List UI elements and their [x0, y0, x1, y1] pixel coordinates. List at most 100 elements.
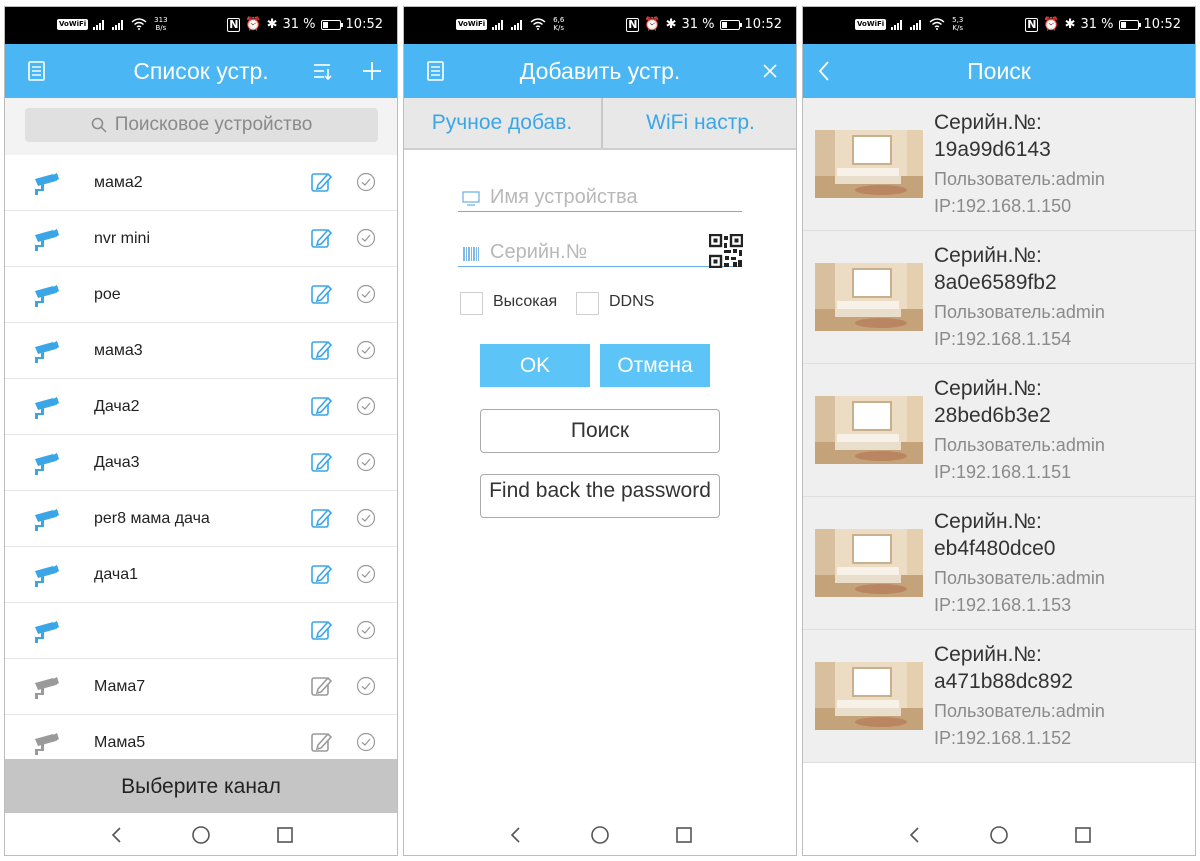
camera-icon	[33, 509, 61, 531]
wifi-icon	[131, 18, 147, 30]
serial-number-field[interactable]: Серийн.№	[458, 235, 742, 267]
page-title: Поиск	[967, 58, 1031, 84]
serial-number: a471b88dc892	[934, 670, 1073, 693]
recents-nav-icon[interactable]	[674, 825, 694, 845]
check-circle-icon[interactable]	[356, 452, 376, 472]
network-speed: 5,3 K/s	[952, 16, 964, 32]
search-input[interactable]: Поисковое устройство	[25, 108, 378, 142]
device-row[interactable]: nvr mini	[5, 211, 397, 267]
user-name: Пользователь:admin	[934, 302, 1105, 322]
edit-icon[interactable]	[310, 619, 332, 641]
edit-icon[interactable]	[310, 675, 332, 697]
device-row[interactable]: Дача2	[5, 379, 397, 435]
barcode-icon	[463, 247, 479, 261]
search-result-item[interactable]: Серийн.№: eb4f480dce0 Пользователь:admin IP…	[803, 497, 1195, 630]
back-nav-icon[interactable]	[506, 825, 526, 845]
recents-nav-icon[interactable]	[275, 825, 295, 845]
camera-icon	[33, 733, 61, 755]
wifi-icon	[929, 18, 945, 30]
ok-button[interactable]: OK	[480, 344, 590, 387]
search-button[interactable]: Поиск	[480, 409, 720, 453]
device-row[interactable]: дача1	[5, 547, 397, 603]
edit-icon[interactable]	[310, 507, 332, 529]
ddns-checkbox[interactable]	[576, 292, 599, 315]
edit-icon[interactable]	[310, 451, 332, 473]
check-circle-icon[interactable]	[356, 228, 376, 248]
camera-icon	[33, 397, 61, 419]
serial-label: Серийн.№:	[934, 377, 1042, 400]
search-result-item[interactable]: Серийн.№: 8a0e6589fb2 Пользователь:admin IP…	[803, 231, 1195, 364]
device-row[interactable]: мама2	[5, 155, 397, 211]
device-name: poe	[94, 286, 121, 303]
search-result-item[interactable]: Серийн.№: a471b88dc892 Пользователь:admin I…	[803, 630, 1195, 763]
device-row[interactable]: Дача3	[5, 435, 397, 491]
system-nav-bar	[803, 813, 1195, 855]
check-circle-icon[interactable]	[356, 284, 376, 304]
edit-icon[interactable]	[310, 563, 332, 585]
check-circle-icon[interactable]	[356, 172, 376, 192]
edit-icon[interactable]	[310, 171, 332, 193]
search-result-item[interactable]: Серийн.№: 19a99d6143 Пользователь:admin IP:…	[803, 98, 1195, 231]
device-thumbnail	[815, 263, 923, 331]
nfc-icon: N	[626, 17, 640, 32]
battery-icon	[719, 19, 742, 30]
clock: 10:52	[1143, 17, 1181, 32]
serial-number: 19a99d6143	[934, 138, 1051, 161]
check-circle-icon[interactable]	[356, 564, 376, 584]
device-row[interactable]: мама3	[5, 323, 397, 379]
page-title: Добавить устр.	[519, 58, 681, 84]
edit-icon[interactable]	[310, 731, 332, 753]
check-circle-icon[interactable]	[356, 676, 376, 696]
tab-wifi-setup[interactable]: WiFi настр.	[601, 98, 796, 148]
bluetooth-icon: ✱	[266, 17, 278, 32]
home-nav-icon[interactable]	[191, 825, 211, 845]
high-checkbox[interactable]	[460, 292, 483, 315]
title-bar: Список устр.	[5, 44, 397, 98]
device-list-screen: VoWiFi 313 B/s N ⏰ ✱ 31 % 10:52 Список ус…	[4, 6, 398, 856]
device-name: Дача2	[94, 398, 140, 415]
page-title: Список устр.	[133, 58, 269, 84]
check-circle-icon[interactable]	[356, 732, 376, 752]
camera-icon	[33, 677, 61, 699]
device-row[interactable]	[5, 603, 397, 659]
edit-icon[interactable]	[310, 339, 332, 361]
select-channel-button[interactable]: Выберите канал	[5, 759, 397, 815]
device-thumbnail	[815, 662, 923, 730]
alarm-icon: ⏰	[1043, 17, 1060, 32]
edit-icon[interactable]	[310, 227, 332, 249]
device-row[interactable]: per8 мама дача	[5, 491, 397, 547]
add-icon[interactable]	[360, 59, 384, 83]
nfc-icon: N	[1025, 17, 1039, 32]
bluetooth-icon: ✱	[1064, 17, 1076, 32]
device-thumbnail	[815, 396, 923, 464]
check-circle-icon[interactable]	[356, 340, 376, 360]
check-circle-icon[interactable]	[356, 396, 376, 416]
recents-nav-icon[interactable]	[1073, 825, 1093, 845]
edit-icon[interactable]	[310, 395, 332, 417]
home-nav-icon[interactable]	[989, 825, 1009, 845]
search-placeholder: Поисковое устройство	[114, 114, 313, 135]
qr-code-scan-icon[interactable]	[709, 234, 743, 268]
title-bar: Добавить устр.	[404, 44, 796, 98]
ip-address: IP:192.168.1.153	[934, 595, 1072, 615]
device-thumbnail	[815, 529, 923, 597]
cancel-button[interactable]: Отмена	[600, 344, 710, 387]
camera-icon	[33, 565, 61, 587]
device-name: Мама7	[94, 678, 146, 695]
device-name-field[interactable]: Имя устройства	[458, 180, 742, 212]
home-nav-icon[interactable]	[590, 825, 610, 845]
battery-percent: 31 %	[681, 17, 715, 32]
device-row[interactable]: Мама7	[5, 659, 397, 715]
search-result-item[interactable]: Серийн.№: 28bed6b3e2 Пользователь:admin IP:…	[803, 364, 1195, 497]
check-circle-icon[interactable]	[356, 620, 376, 640]
edit-icon[interactable]	[310, 283, 332, 305]
sort-icon[interactable]	[310, 59, 334, 83]
find-password-button[interactable]: Find back the password	[480, 474, 720, 518]
check-circle-icon[interactable]	[356, 508, 376, 528]
device-row[interactable]: poe	[5, 267, 397, 323]
back-nav-icon[interactable]	[107, 825, 127, 845]
close-icon[interactable]	[760, 61, 780, 81]
vowifi-indicator: VoWiFi	[57, 18, 89, 30]
tab-manual-add[interactable]: Ручное добав.	[404, 98, 600, 148]
back-nav-icon[interactable]	[905, 825, 925, 845]
